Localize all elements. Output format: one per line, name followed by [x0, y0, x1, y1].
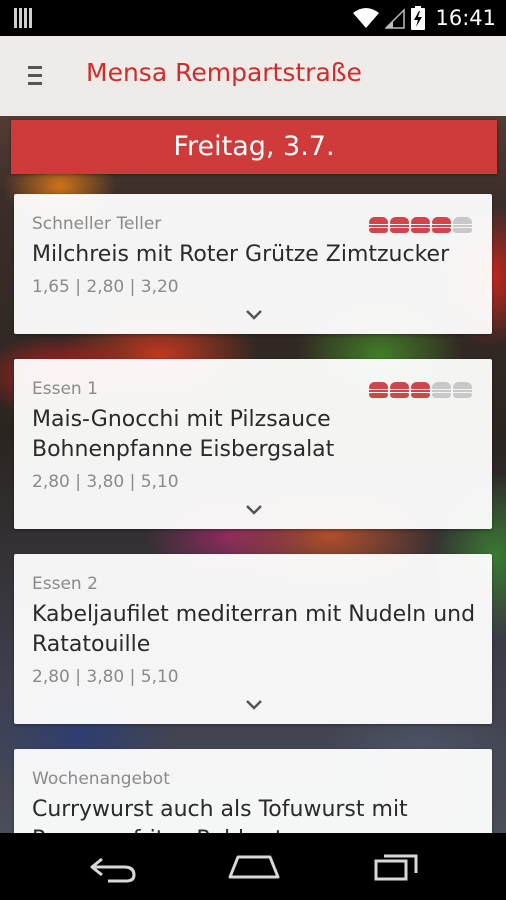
status-bar: 16:41	[0, 0, 506, 36]
burger-icon	[390, 382, 409, 398]
burger-icon	[453, 382, 472, 398]
meal-card[interactable]: Essen 2 Kabeljaufilet mediterran mit Nud…	[14, 554, 492, 724]
navigation-bar	[0, 833, 506, 900]
battery-charging-icon	[411, 6, 426, 30]
signal-icon	[385, 8, 406, 29]
main-content[interactable]: Schneller Teller Milchreis mit Roter Grü…	[0, 36, 506, 833]
meal-card[interactable]: Essen 1 Mais-Gnocchi mit Pilzsauce Bohne…	[14, 359, 492, 529]
meal-name: Currywurst auch als Tofuwurst mit Pommes…	[32, 797, 408, 833]
meal-name: Kabeljaufilet mediterran mit Nudeln und …	[32, 602, 476, 657]
app-toolbar: Mensa Rempartstraße	[0, 36, 506, 116]
meal-rating	[369, 217, 472, 233]
notification-icon	[14, 8, 32, 28]
burger-icon	[411, 382, 430, 398]
chevron-down-icon[interactable]	[245, 309, 263, 321]
burger-icon	[390, 217, 409, 233]
meal-name: Milchreis mit Roter Grütze Zimtzucker	[32, 242, 450, 267]
phone-screen: 16:41 Schneller Teller Milchreis mit Rot…	[0, 0, 506, 900]
meal-category: Essen 1	[32, 379, 98, 399]
back-icon[interactable]	[88, 851, 138, 883]
meal-category: Schneller Teller	[32, 214, 162, 234]
meal-prices: 2,80 | 3,80 | 5,10	[32, 472, 179, 492]
meal-prices: 2,80 | 3,80 | 5,10	[32, 667, 179, 687]
chevron-down-icon[interactable]	[245, 504, 263, 516]
burger-icon	[411, 217, 430, 233]
meal-name: Mais-Gnocchi mit Pilzsauce Bohnenpfanne …	[32, 407, 335, 462]
status-clock: 16:41	[435, 6, 496, 30]
meal-card[interactable]: Wochenangebot Currywurst auch als Tofuwu…	[14, 749, 492, 833]
wifi-icon	[353, 8, 380, 28]
burger-icon	[369, 382, 388, 398]
meal-category: Wochenangebot	[32, 769, 170, 789]
meal-prices: 1,65 | 2,80 | 3,20	[32, 277, 179, 297]
meal-category: Essen 2	[32, 574, 98, 594]
chevron-down-icon[interactable]	[245, 699, 263, 711]
recent-apps-icon[interactable]	[372, 851, 420, 883]
burger-icon	[453, 217, 472, 233]
meal-rating	[369, 382, 472, 398]
burger-icon	[369, 217, 388, 233]
burger-icon	[432, 382, 451, 398]
date-header[interactable]: Freitag, 3.7.	[11, 120, 497, 174]
app-title: Mensa Rempartstraße	[86, 58, 362, 87]
hamburger-menu-icon[interactable]	[28, 66, 42, 86]
home-icon[interactable]	[226, 851, 282, 883]
meal-card[interactable]: Schneller Teller Milchreis mit Roter Grü…	[14, 194, 492, 334]
burger-icon	[432, 217, 451, 233]
